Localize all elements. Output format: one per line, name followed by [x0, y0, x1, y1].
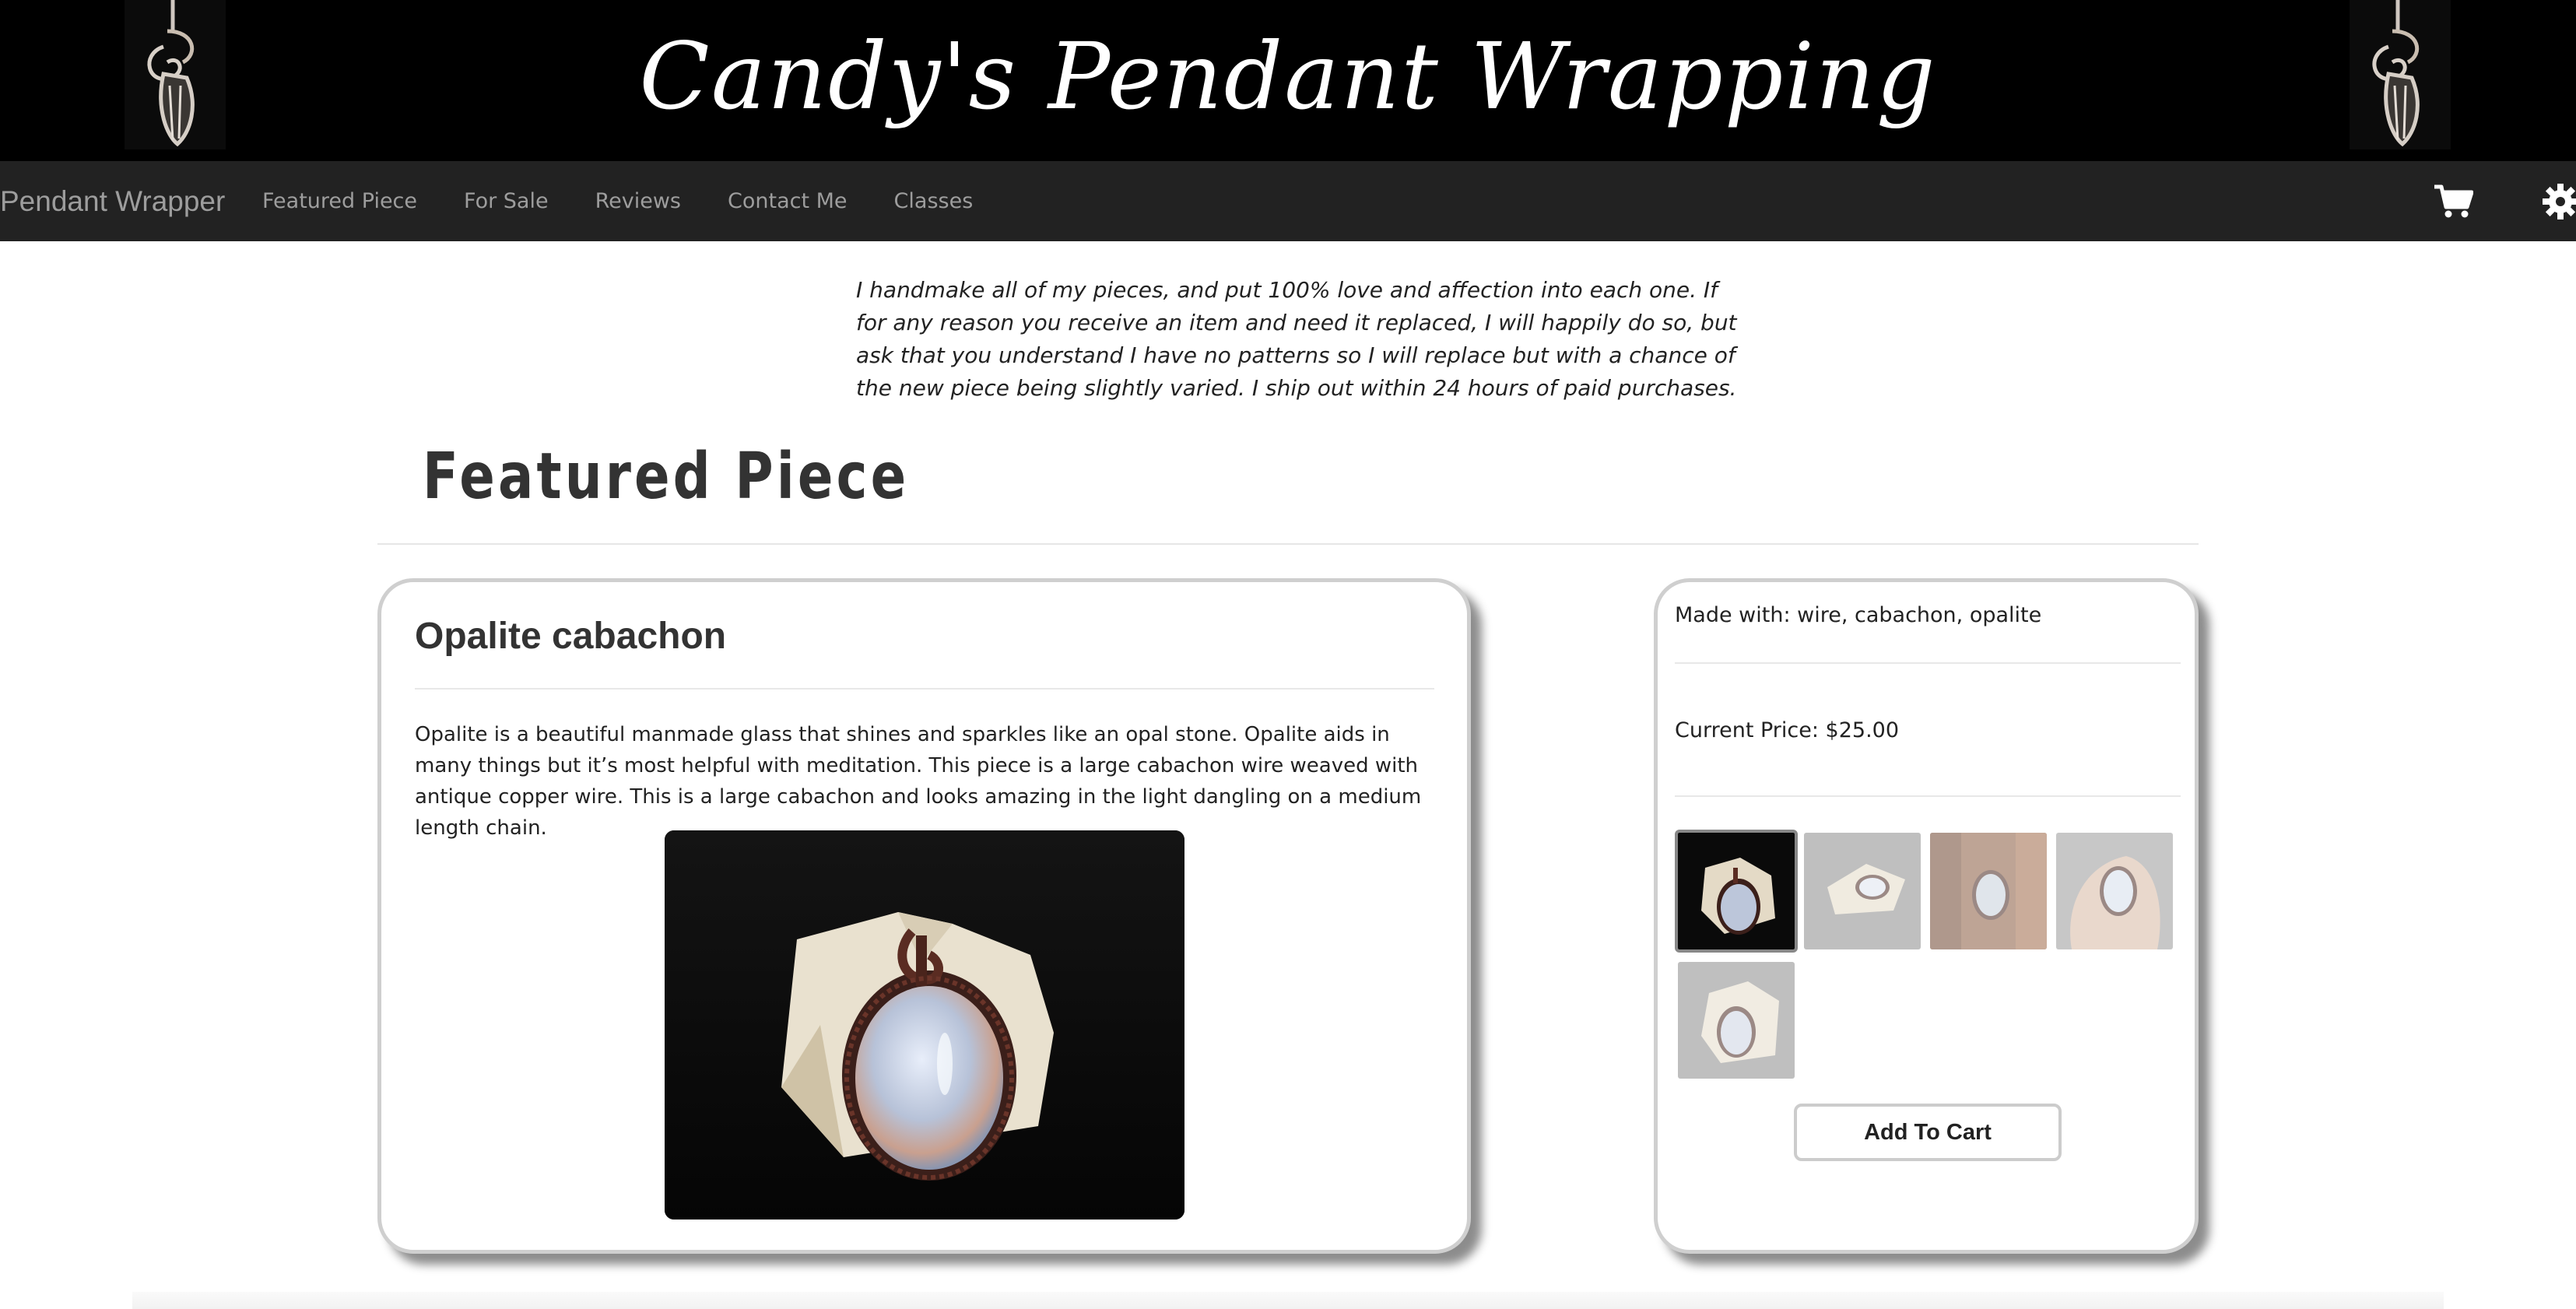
intro-text: I handmake all of my pieces, and put 100…	[856, 277, 1737, 401]
pendant-logo-right	[2350, 0, 2451, 149]
piece-photo	[665, 830, 1184, 1220]
thumbnail-3[interactable]	[1930, 833, 2047, 949]
navbar-brand[interactable]: Pendant Wrapper	[0, 161, 225, 241]
site-title: Candy's Pendant Wrapping	[639, 22, 1937, 130]
piece-divider	[415, 688, 1434, 690]
footer-shadow	[132, 1292, 2444, 1309]
current-price: Current Price: $25.00	[1675, 718, 1900, 742]
thumbnail-2[interactable]	[1804, 833, 1921, 949]
thumbnail-1[interactable]	[1675, 830, 1798, 953]
gear-icon[interactable]	[2539, 177, 2576, 226]
section-divider	[377, 543, 2199, 545]
piece-title: Opalite cabachon	[415, 616, 727, 657]
header-banner: Candy's Pendant Wrapping	[0, 0, 2576, 161]
nav-for-sale[interactable]: For Sale	[440, 189, 572, 213]
nav-classes[interactable]: Classes	[871, 189, 997, 213]
navbar: Pendant Wrapper Featured Piece For Sale …	[0, 161, 2576, 241]
featured-piece-card: Opalite cabachon Opalite is a beautiful …	[377, 578, 1471, 1254]
side-divider-1	[1675, 662, 2181, 664]
purchase-card: Made with: wire, cabachon, opalite Curre…	[1654, 578, 2199, 1254]
nav-contact-me[interactable]: Contact Me	[704, 189, 871, 213]
made-with-text: Made with: wire, cabachon, opalite	[1675, 603, 2042, 627]
nav-featured-piece[interactable]: Featured Piece	[239, 189, 440, 213]
thumbnail-5[interactable]	[1678, 962, 1795, 1079]
nav-links: Featured Piece For Sale Reviews Contact …	[239, 161, 996, 241]
section-title: Featured Piece	[423, 440, 910, 514]
nav-reviews[interactable]: Reviews	[572, 189, 704, 213]
side-divider-2	[1675, 795, 2181, 797]
piece-description: Opalite is a beautiful manmade glass tha…	[415, 723, 1422, 840]
thumbnail-4[interactable]	[2056, 833, 2173, 949]
add-to-cart-button[interactable]: Add To Cart	[1794, 1104, 2062, 1161]
shopping-cart-icon[interactable]	[2431, 177, 2475, 226]
